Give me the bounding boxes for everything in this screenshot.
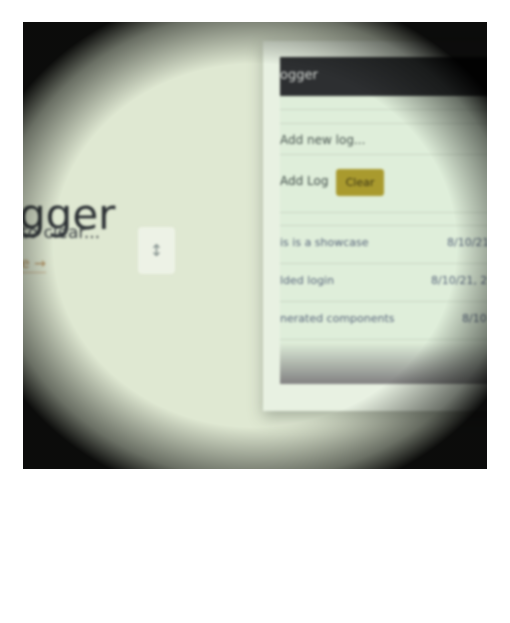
clear-button[interactable]: Clear [336, 169, 384, 196]
log-time: 8/10/21, 2 [431, 274, 487, 287]
log-text: is is a showcase [280, 236, 369, 249]
log-time: 8/10 [462, 312, 487, 325]
log-row: lded login 8/10/21, 2 [280, 263, 487, 301]
divider [280, 339, 487, 340]
divider [280, 123, 487, 124]
log-row: nerated components 8/10 [280, 301, 487, 339]
screenshot-area: gger to clear... e → ↕ ogger Add Log Cle… [23, 22, 487, 469]
log-row: is is a showcase 8/10/21 [280, 225, 487, 263]
vertical-arrows-icon: ↕ [149, 241, 164, 260]
new-log-input[interactable] [280, 133, 480, 147]
log-text: lded login [280, 274, 335, 287]
page-content: gger to clear... e → ↕ ogger Add Log Cle… [23, 22, 487, 469]
app-title: ogger [280, 68, 318, 83]
swap-button[interactable]: ↕ [138, 227, 175, 274]
add-log-button[interactable]: Add Log [280, 174, 328, 188]
log-text: nerated components [280, 312, 395, 325]
hero-link[interactable]: e → [23, 256, 46, 273]
logger-app-preview: ogger Add Log Clear is is a showcase 8/1… [280, 57, 487, 384]
hero-subtitle: to clear... [23, 223, 101, 243]
app-navbar: ogger [280, 57, 487, 96]
log-time: 8/10/21 [447, 236, 487, 249]
divider [280, 109, 487, 110]
bottom-shadow [280, 342, 487, 384]
divider [280, 212, 487, 213]
divider [280, 154, 487, 155]
